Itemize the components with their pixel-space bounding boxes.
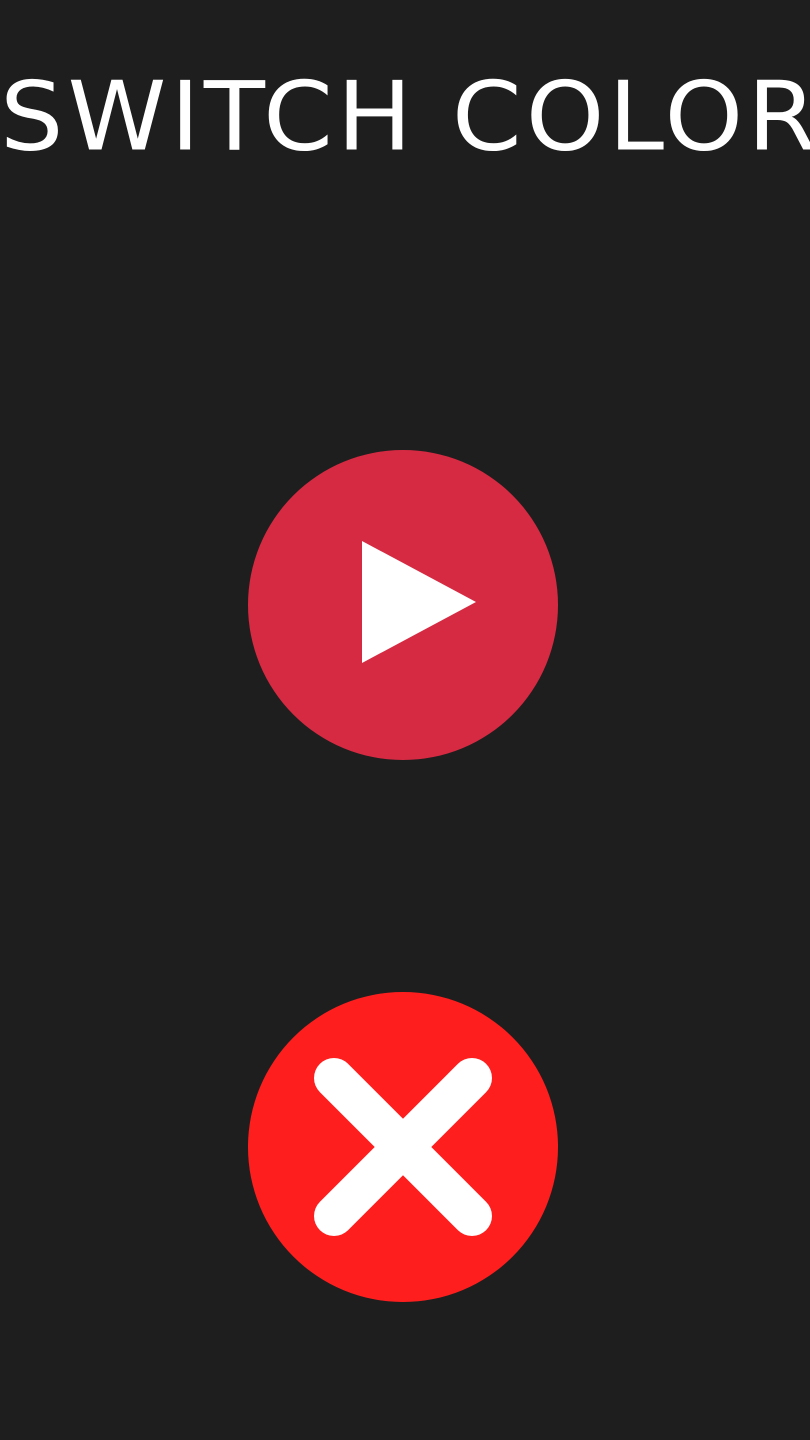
close-button[interactable] <box>248 992 558 1302</box>
play-button[interactable] <box>248 450 558 760</box>
game-title: SWITCH COLOR <box>0 60 810 173</box>
game-screen: SWITCH COLOR <box>0 0 810 1440</box>
play-button-graphic <box>248 450 558 760</box>
close-button-graphic <box>248 992 558 1302</box>
